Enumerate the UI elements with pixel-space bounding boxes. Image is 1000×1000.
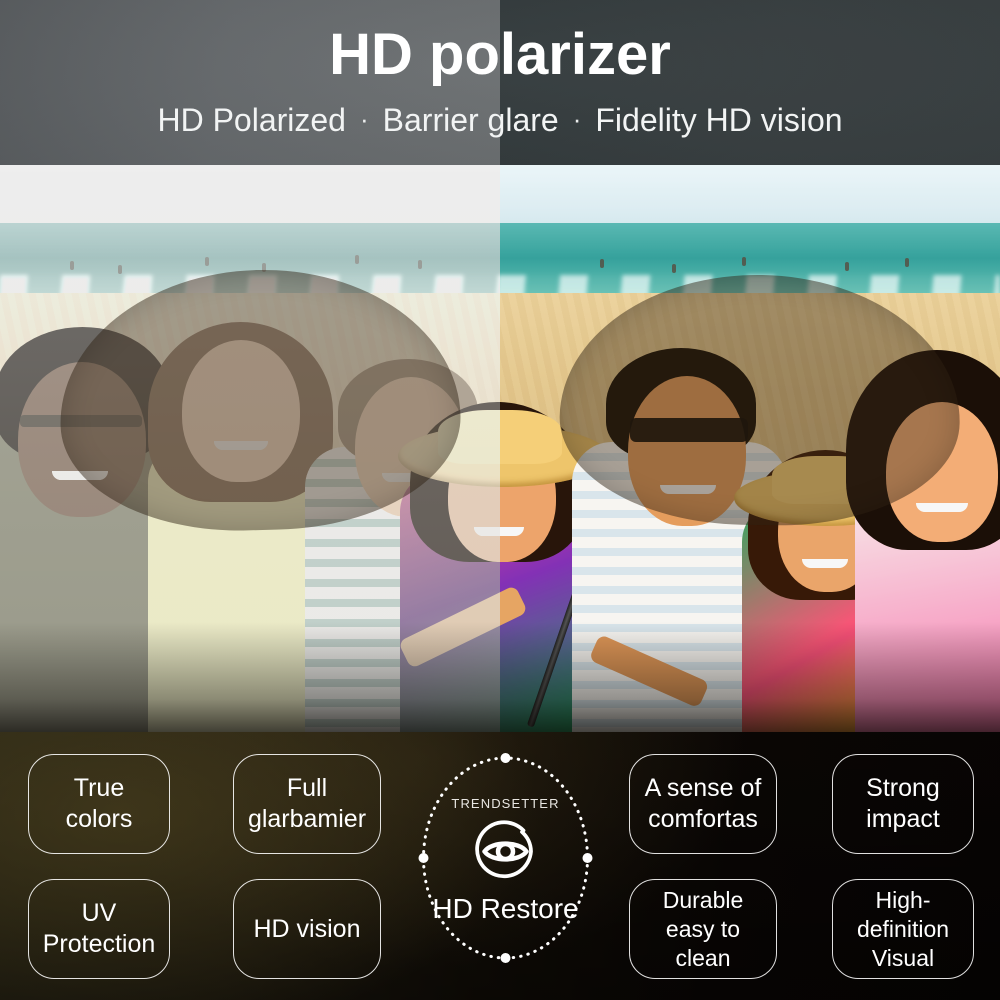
distant-person	[355, 255, 359, 264]
tagline-separator-1: ·	[359, 104, 369, 134]
feature-pill-durable-easy-clean[interactable]: Durable easy to clean	[629, 879, 777, 979]
smile	[52, 471, 108, 480]
smile	[474, 527, 500, 536]
feature-pill-uv-protection[interactable]: UV Protection	[28, 879, 170, 979]
distant-person	[845, 262, 849, 271]
badge-label: TRENDSETTER	[451, 796, 560, 811]
tagline-part-2: Barrier glare	[382, 102, 559, 138]
photo-right-polarized	[500, 165, 1000, 732]
distant-person	[70, 261, 74, 270]
sunglasses	[630, 418, 748, 442]
feature-pill-label: Full glarbamier	[247, 774, 367, 833]
distant-person	[262, 263, 266, 272]
feature-pill-label: HD vision	[253, 914, 361, 943]
face	[628, 376, 746, 526]
feature-pill-full-glarbamier[interactable]: Full glarbamier	[233, 754, 381, 854]
header-banner: HD polarizer HD Polarized · Barrier glare ·…	[0, 0, 1000, 165]
feature-pill-high-definition-visual[interactable]: High-definition Visual	[832, 879, 974, 979]
page-title: HD polarizer	[329, 22, 671, 87]
smile	[660, 485, 716, 494]
face	[886, 402, 998, 542]
straw-hat-crown	[500, 410, 562, 464]
face	[18, 362, 146, 517]
distant-person	[672, 264, 676, 273]
sunglasses	[20, 415, 142, 427]
smile	[916, 503, 968, 512]
face	[182, 340, 300, 482]
distant-person	[205, 257, 209, 266]
eye-in-circle-icon	[475, 820, 533, 879]
beach-scene-right	[500, 165, 1000, 732]
feature-pill-strong-impact[interactable]: Strong impact	[832, 754, 974, 854]
distant-person	[118, 265, 122, 274]
photo-left-unpolarized	[0, 165, 500, 732]
beach-scene-left	[0, 165, 500, 732]
tagline-separator-2: ·	[572, 104, 582, 134]
distant-person	[742, 257, 746, 266]
smile	[214, 441, 268, 450]
feature-pill-label: Durable easy to clean	[662, 886, 744, 971]
feature-pill-label: High-definition Visual	[856, 886, 950, 971]
feature-pill-label: A sense of comfortas	[644, 774, 762, 833]
straw-hat-crown	[438, 410, 500, 464]
feature-pill-sense-of-comfort[interactable]: A sense of comfortas	[629, 754, 777, 854]
header-tagline: HD Polarized · Barrier glare · Fidelity HD v…	[0, 100, 1000, 142]
distant-person	[600, 259, 604, 268]
product-marketing-poster: HD polarizer HD Polarized · Barrier glare ·…	[0, 0, 1000, 1000]
distant-person	[905, 258, 909, 267]
distant-person	[418, 260, 422, 269]
trendsetter-badge[interactable]: TRENDSETTER HD Restore	[418, 752, 593, 964]
tagline-part-3: Fidelity HD vision	[595, 102, 843, 138]
feature-pill-label: True colors	[65, 774, 133, 833]
comparison-photo	[0, 165, 1000, 732]
feature-pill-label: UV Protection	[42, 899, 156, 958]
feature-pill-label: Strong impact	[866, 774, 940, 833]
smile	[802, 559, 848, 568]
feature-pill-true-colors[interactable]: True colors	[28, 754, 170, 854]
feature-pill-hd-vision[interactable]: HD vision	[233, 879, 381, 979]
tagline-part-1: HD Polarized	[157, 102, 346, 138]
badge-title: HD Restore	[432, 893, 579, 924]
